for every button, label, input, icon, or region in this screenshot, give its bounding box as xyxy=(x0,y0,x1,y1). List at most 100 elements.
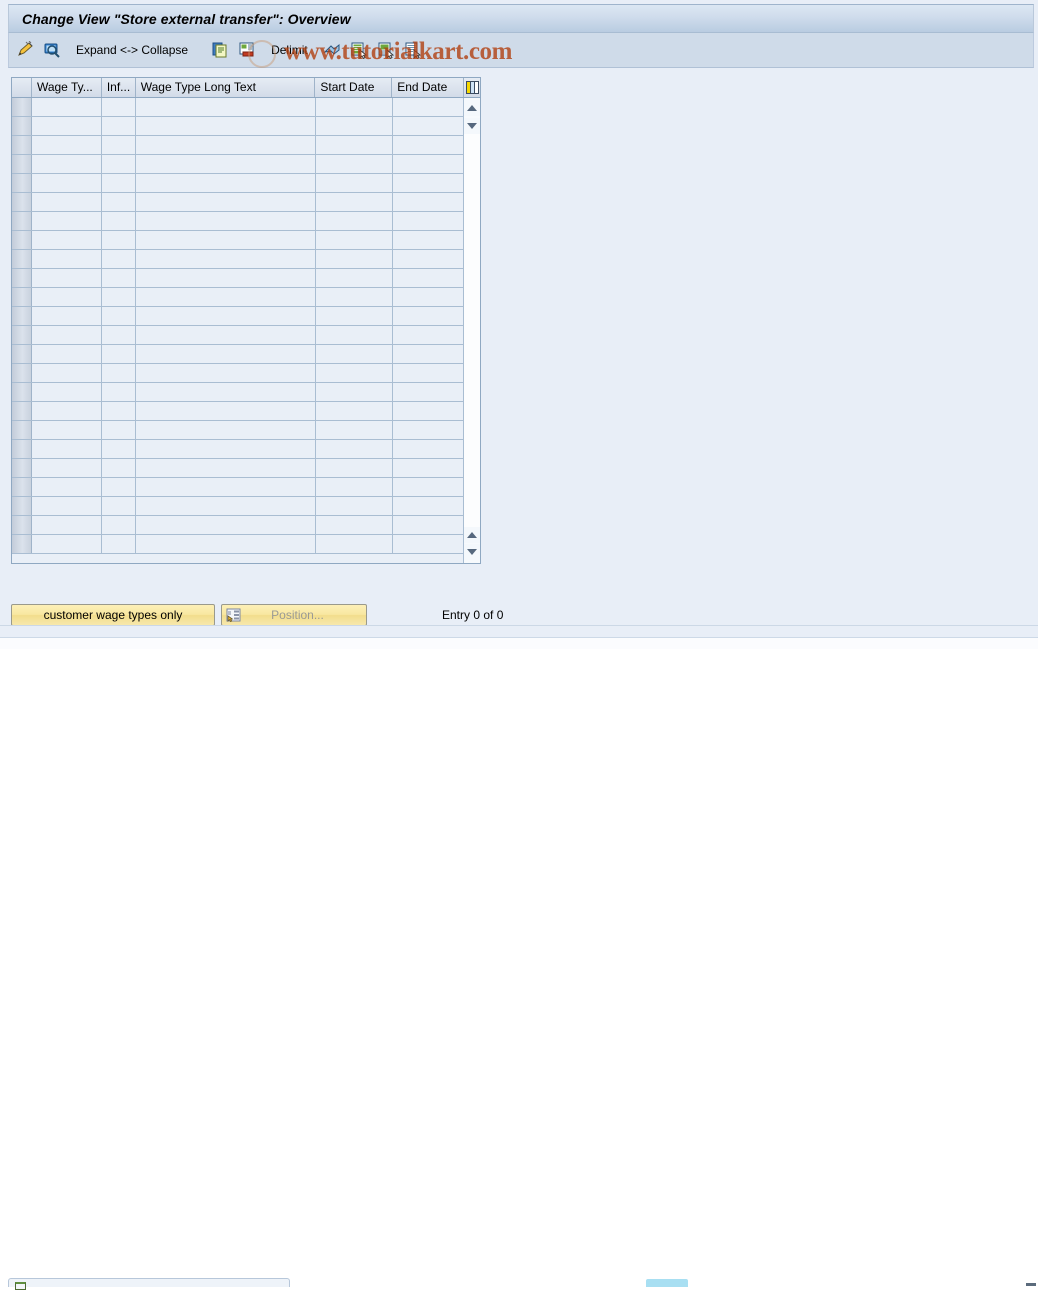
table-cell-end[interactable] xyxy=(393,535,465,553)
table-cell-longtext[interactable] xyxy=(136,117,316,135)
table-cell-wagety[interactable] xyxy=(32,155,102,173)
table-cell-inf[interactable] xyxy=(102,98,136,116)
table-cell-inf[interactable] xyxy=(102,326,136,344)
table-row[interactable] xyxy=(12,383,480,402)
table-cell-end[interactable] xyxy=(393,516,465,534)
table-cell-inf[interactable] xyxy=(102,440,136,458)
table-cell-longtext[interactable] xyxy=(136,231,316,249)
deselect-all-icon[interactable] xyxy=(402,38,424,62)
table-row[interactable] xyxy=(12,478,480,497)
table-cell-start[interactable] xyxy=(316,421,393,439)
table-cell-wagety[interactable] xyxy=(32,117,102,135)
row-selector-cell[interactable] xyxy=(12,345,32,363)
table-row[interactable] xyxy=(12,98,480,117)
delimit-button[interactable]: Delimit xyxy=(263,38,316,62)
table-cell-longtext[interactable] xyxy=(136,459,316,477)
table-cell-longtext[interactable] xyxy=(136,136,316,154)
row-selector-cell[interactable] xyxy=(12,364,32,382)
row-selector-cell[interactable] xyxy=(12,117,32,135)
table-cell-inf[interactable] xyxy=(102,174,136,192)
row-selector-cell[interactable] xyxy=(12,231,32,249)
table-cell-inf[interactable] xyxy=(102,402,136,420)
table-cell-longtext[interactable] xyxy=(136,535,316,553)
table-cell-end[interactable] xyxy=(393,250,465,268)
table-row[interactable] xyxy=(12,440,480,459)
table-cell-inf[interactable] xyxy=(102,535,136,553)
select-block-icon[interactable] xyxy=(375,38,397,62)
row-selector-cell[interactable] xyxy=(12,421,32,439)
table-cell-wagety[interactable] xyxy=(32,402,102,420)
row-selector-cell[interactable] xyxy=(12,136,32,154)
table-cell-inf[interactable] xyxy=(102,459,136,477)
table-row[interactable] xyxy=(12,326,480,345)
table-cell-start[interactable] xyxy=(316,212,393,230)
table-cell-wagety[interactable] xyxy=(32,421,102,439)
table-cell-wagety[interactable] xyxy=(32,98,102,116)
table-row[interactable] xyxy=(12,174,480,193)
delete-icon[interactable] xyxy=(236,38,258,62)
scroll-up-arrow-icon[interactable] xyxy=(464,100,480,116)
table-cell-end[interactable] xyxy=(393,155,465,173)
table-cell-inf[interactable] xyxy=(102,117,136,135)
table-cell-longtext[interactable] xyxy=(136,307,316,325)
select-all-icon[interactable] xyxy=(348,38,370,62)
row-selector-cell[interactable] xyxy=(12,269,32,287)
table-cell-start[interactable] xyxy=(316,98,393,116)
table-cell-wagety[interactable] xyxy=(32,535,102,553)
table-cell-wagety[interactable] xyxy=(32,307,102,325)
row-selector-cell[interactable] xyxy=(12,98,32,116)
table-cell-longtext[interactable] xyxy=(136,212,316,230)
table-cell-wagety[interactable] xyxy=(32,326,102,344)
column-header-wage-type[interactable]: Wage Ty... xyxy=(31,78,102,97)
table-cell-longtext[interactable] xyxy=(136,326,316,344)
table-cell-end[interactable] xyxy=(393,136,465,154)
row-selector-cell[interactable] xyxy=(12,459,32,477)
row-selector-cell[interactable] xyxy=(12,155,32,173)
table-cell-longtext[interactable] xyxy=(136,497,316,515)
position-button[interactable]: Position... xyxy=(221,604,367,626)
table-row[interactable] xyxy=(12,516,480,535)
table-cell-end[interactable] xyxy=(393,345,465,363)
table-cell-start[interactable] xyxy=(316,497,393,515)
table-cell-end[interactable] xyxy=(393,402,465,420)
table-cell-wagety[interactable] xyxy=(32,364,102,382)
table-cell-end[interactable] xyxy=(393,193,465,211)
table-cell-start[interactable] xyxy=(316,193,393,211)
table-row[interactable] xyxy=(12,117,480,136)
table-cell-wagety[interactable] xyxy=(32,288,102,306)
table-cell-start[interactable] xyxy=(316,402,393,420)
column-header-wage-type-long-text[interactable]: Wage Type Long Text xyxy=(135,78,316,97)
table-cell-inf[interactable] xyxy=(102,364,136,382)
row-selector-cell[interactable] xyxy=(12,497,32,515)
scroll-down-arrow-icon[interactable] xyxy=(464,544,480,560)
table-cell-inf[interactable] xyxy=(102,193,136,211)
table-cell-wagety[interactable] xyxy=(32,174,102,192)
table-cell-wagety[interactable] xyxy=(32,136,102,154)
row-selector-cell[interactable] xyxy=(12,535,32,553)
table-cell-start[interactable] xyxy=(316,364,393,382)
table-cell-wagety[interactable] xyxy=(32,231,102,249)
table-cell-end[interactable] xyxy=(393,478,465,496)
table-cell-wagety[interactable] xyxy=(32,193,102,211)
table-cell-longtext[interactable] xyxy=(136,478,316,496)
table-row[interactable] xyxy=(12,136,480,155)
table-cell-start[interactable] xyxy=(316,155,393,173)
table-cell-end[interactable] xyxy=(393,288,465,306)
table-cell-longtext[interactable] xyxy=(136,269,316,287)
table-cell-start[interactable] xyxy=(316,269,393,287)
table-row[interactable] xyxy=(12,212,480,231)
table-cell-end[interactable] xyxy=(393,421,465,439)
row-selector-cell[interactable] xyxy=(12,402,32,420)
column-header-start-date[interactable]: Start Date xyxy=(315,78,393,97)
table-cell-start[interactable] xyxy=(316,535,393,553)
table-row[interactable] xyxy=(12,459,480,478)
table-cell-inf[interactable] xyxy=(102,383,136,401)
table-cell-wagety[interactable] xyxy=(32,478,102,496)
table-cell-wagety[interactable] xyxy=(32,212,102,230)
table-cell-start[interactable] xyxy=(316,383,393,401)
table-cell-longtext[interactable] xyxy=(136,440,316,458)
table-cell-longtext[interactable] xyxy=(136,402,316,420)
table-row[interactable] xyxy=(12,345,480,364)
table-cell-inf[interactable] xyxy=(102,231,136,249)
column-header-end-date[interactable]: End Date xyxy=(392,78,465,97)
